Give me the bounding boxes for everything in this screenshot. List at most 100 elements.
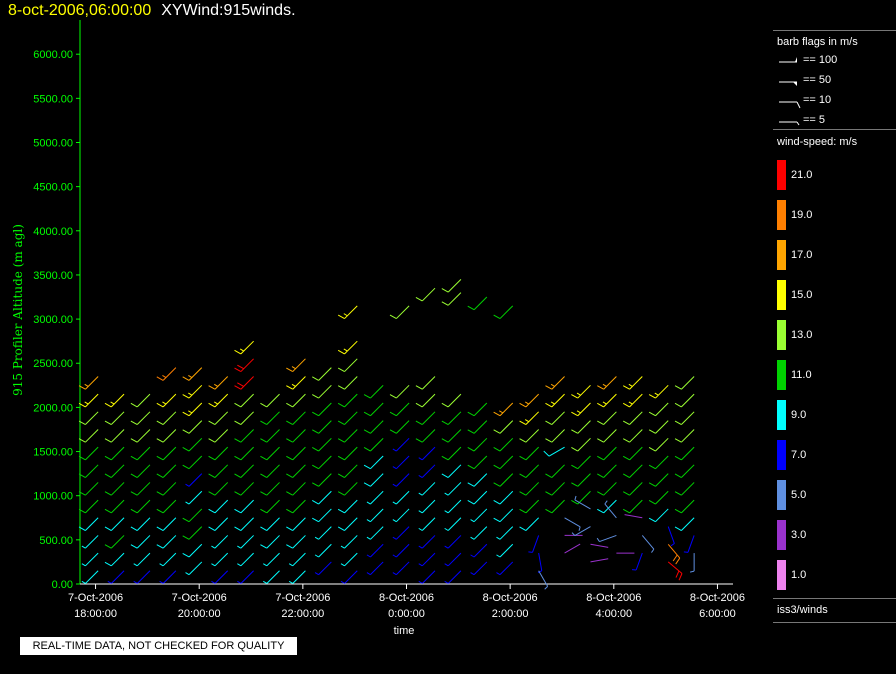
barb-feather bbox=[493, 411, 501, 417]
barb-staff bbox=[370, 543, 384, 558]
barb-half-feather bbox=[188, 410, 193, 414]
wind-barb bbox=[444, 517, 462, 531]
barb-staff bbox=[532, 535, 540, 553]
scale-swatch bbox=[777, 360, 786, 390]
barb-feather bbox=[104, 526, 112, 531]
wind-barb bbox=[211, 552, 229, 567]
scale-entry: 7.0 bbox=[773, 440, 896, 480]
y-tick-label: 2500.00 bbox=[33, 358, 73, 370]
wind-barb bbox=[104, 393, 125, 408]
wind-barb bbox=[337, 464, 358, 478]
barb-staff bbox=[214, 429, 229, 443]
barb-staff bbox=[370, 508, 384, 523]
barb-feather bbox=[104, 491, 112, 496]
wind-barb bbox=[528, 535, 540, 553]
barb-staff bbox=[110, 552, 125, 567]
barb-staff bbox=[85, 535, 99, 549]
barb-feather bbox=[467, 305, 475, 311]
wind-barb bbox=[545, 499, 565, 514]
barb-staff bbox=[370, 455, 384, 470]
barb-feather bbox=[672, 554, 678, 562]
wind-barb bbox=[467, 402, 488, 417]
barb-half-feather bbox=[159, 580, 164, 584]
barb-half-feather bbox=[211, 545, 216, 549]
barb-half-feather bbox=[444, 510, 449, 514]
barb-staff bbox=[629, 446, 643, 461]
wind-barb bbox=[674, 517, 695, 531]
wind-barb bbox=[667, 526, 675, 547]
barb-staff bbox=[551, 499, 565, 514]
barb-feather bbox=[622, 473, 630, 478]
barb-half-feather bbox=[499, 410, 504, 414]
x-tick-date: 7-Oct-2006 bbox=[68, 592, 123, 604]
barb-feather bbox=[363, 447, 371, 452]
barb-staff bbox=[538, 553, 543, 571]
wind-barb bbox=[564, 543, 581, 554]
barb-half-feather bbox=[288, 563, 293, 567]
wind-barb bbox=[392, 437, 410, 452]
barb-staff bbox=[421, 429, 436, 443]
wind-barb bbox=[564, 517, 581, 531]
wind-barb bbox=[545, 376, 565, 390]
barb-staff bbox=[214, 376, 229, 390]
barb-staff bbox=[574, 499, 591, 510]
barb-half-feather bbox=[314, 572, 319, 576]
barb-staff bbox=[499, 473, 514, 487]
barb-feather bbox=[237, 364, 244, 370]
scale-entry: 3.0 bbox=[773, 520, 896, 560]
barb-staff bbox=[188, 420, 203, 434]
wind-barb bbox=[104, 552, 125, 567]
barb-staff bbox=[447, 446, 462, 461]
wind-barb bbox=[441, 292, 462, 306]
barb-half-feather bbox=[576, 392, 581, 396]
barb-feather bbox=[156, 473, 164, 478]
barb-feather bbox=[674, 455, 682, 461]
barb-staff bbox=[214, 482, 229, 496]
wind-barb bbox=[211, 570, 229, 584]
barb-half-feather bbox=[470, 536, 475, 540]
wind-barb bbox=[667, 543, 681, 565]
barb-staff bbox=[603, 429, 617, 443]
barb-feather bbox=[182, 464, 190, 470]
barb-feather bbox=[234, 402, 242, 408]
barb-staff bbox=[266, 393, 280, 408]
barb-staff bbox=[525, 429, 540, 443]
wind-barb bbox=[312, 367, 332, 381]
barb-staff bbox=[318, 455, 332, 470]
wind-barb bbox=[622, 482, 643, 496]
legend-half-feather bbox=[796, 121, 800, 126]
barb-staff bbox=[318, 526, 332, 540]
barb-staff bbox=[667, 526, 675, 544]
barb-feather bbox=[130, 402, 138, 408]
y-tick-label: 6000.00 bbox=[33, 49, 73, 61]
wind-barb bbox=[104, 517, 125, 531]
barb-staff bbox=[344, 393, 358, 408]
barb-feather bbox=[260, 420, 268, 425]
barb-feather bbox=[415, 402, 423, 408]
wind-barb bbox=[337, 482, 358, 496]
wind-barb bbox=[441, 446, 462, 461]
barb-half-feather bbox=[628, 383, 633, 387]
scale-entry: 21.0 bbox=[773, 160, 896, 200]
barb-staff bbox=[473, 402, 488, 417]
barb-staff bbox=[681, 517, 695, 531]
barb-half-feather bbox=[84, 383, 89, 387]
wind-barb bbox=[493, 455, 514, 470]
barb-feather bbox=[674, 508, 682, 514]
barb-feather bbox=[545, 473, 553, 478]
wind-barb bbox=[493, 420, 514, 434]
barb-staff bbox=[318, 437, 332, 452]
wind-barb bbox=[156, 535, 177, 549]
wind-barb bbox=[493, 473, 514, 487]
barb-staff bbox=[629, 482, 643, 496]
barb-feather bbox=[182, 394, 190, 399]
barb-staff bbox=[188, 543, 203, 558]
scale-label: 9.0 bbox=[791, 409, 807, 421]
barb-staff bbox=[292, 482, 306, 496]
x-tick-time: 18:00:00 bbox=[74, 608, 117, 620]
barb-staff bbox=[681, 464, 695, 478]
wind-barb bbox=[674, 393, 695, 408]
barb-staff bbox=[551, 482, 565, 496]
barb-staff bbox=[136, 535, 151, 549]
barb-half-feather bbox=[444, 580, 449, 584]
